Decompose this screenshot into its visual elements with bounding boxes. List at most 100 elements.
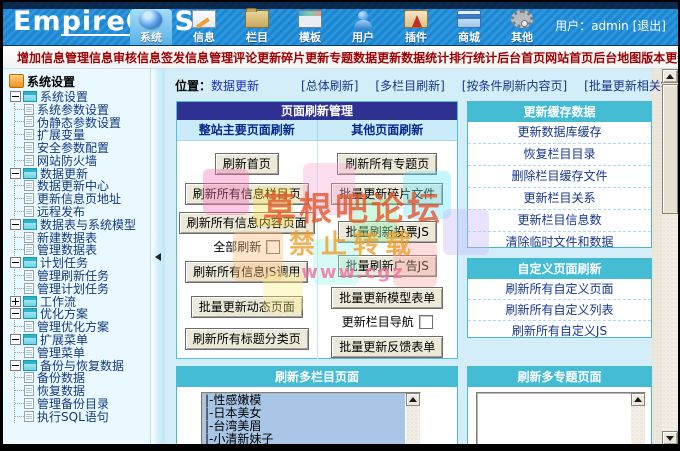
sidebar-item[interactable]: 管理计划任务 xyxy=(15,282,150,296)
tab-other[interactable]: 其他 xyxy=(501,9,543,45)
update-nav-checkbox[interactable] xyxy=(418,314,433,329)
refresh-all-column-pages-button[interactable]: 刷新所有信息栏目页 xyxy=(184,183,309,205)
nav-ranking-stats[interactable]: 排行统计 xyxy=(449,49,497,66)
refresh-all-checkbox[interactable] xyxy=(266,239,281,254)
collapse-icon[interactable] xyxy=(10,334,21,346)
batch-update-dynamic-pages-button[interactable]: 批量更新动态页面 xyxy=(190,296,303,318)
collapse-icon[interactable] xyxy=(10,359,21,371)
scrollbar-thumb[interactable] xyxy=(662,84,678,214)
scroll-up-button[interactable] xyxy=(662,69,678,83)
link-refresh-custom-js[interactable]: 刷新所有自定义JS xyxy=(468,321,651,341)
tab-system[interactable]: 系统 xyxy=(130,9,172,45)
collapse-icon[interactable] xyxy=(10,257,21,269)
nav-manage-info[interactable]: 管理信息 xyxy=(65,49,113,66)
listbox-item[interactable]: |-小清新妹子 xyxy=(203,433,405,444)
tab-label: 用户 xyxy=(352,31,374,44)
folder-icon xyxy=(245,8,269,28)
collapse-icon[interactable] xyxy=(10,167,21,179)
multi-topic-listbox[interactable] xyxy=(476,392,646,444)
batch-update-feedback-forms-button[interactable]: 批量更新反馈表单 xyxy=(331,336,444,358)
link-delete-column-cache[interactable]: 删除栏目缓存文件 xyxy=(468,166,651,188)
collapse-icon[interactable] xyxy=(10,308,21,320)
other-pages-column: 刷新所有专题页 批量更新碎片文件 批量刷新投票JS 批量刷新广告JS 批量更新模… xyxy=(318,141,458,360)
arrow-down-icon xyxy=(666,435,674,441)
sidebar-group-extended-menu: 扩展菜单 管理菜单 xyxy=(9,333,150,360)
scroll-down-button[interactable] xyxy=(662,431,678,444)
refresh-homepage-button[interactable]: 刷新首页 xyxy=(214,153,279,175)
sidebar-group-system-settings: 系统设置 系统参数设置 伪静态参数设置 扩展变量 安全参数配置 网站防火墙 xyxy=(9,90,150,168)
refresh-all-content-pages-button[interactable]: 刷新所有信息内容页面 xyxy=(178,212,315,234)
nav-site-home[interactable]: 网站首页 xyxy=(545,49,593,66)
tab-label: 系统 xyxy=(140,31,162,44)
sidebar-item[interactable]: 执行SQL语句 xyxy=(15,410,150,424)
tab-user[interactable]: 用户 xyxy=(342,9,384,45)
tab-column[interactable]: 栏目 xyxy=(236,8,278,45)
sidebar-splitter[interactable] xyxy=(150,69,165,444)
nav-data-update[interactable]: 数据更新 xyxy=(353,49,401,66)
nav-update-fragments[interactable]: 更新碎片 xyxy=(257,49,305,66)
position-link[interactable]: 数据更新 xyxy=(211,77,259,94)
main-scrollbar[interactable] xyxy=(662,69,678,444)
link-update-column-relation[interactable]: 更新栏目关系 xyxy=(468,188,651,210)
folder-icon xyxy=(23,359,37,371)
collapse-sidebar-icon[interactable] xyxy=(155,253,161,261)
nav-admin-map[interactable]: 后台地图 xyxy=(593,49,641,66)
tab-site-main-pages: 整站主要页面刷新 xyxy=(198,123,295,137)
card-icon xyxy=(457,10,481,28)
nav-audit-info[interactable]: 审核信息 xyxy=(113,49,161,66)
batch-refresh-vote-js-button[interactable]: 批量刷新投票JS xyxy=(337,221,437,243)
link-restore-column-dir[interactable]: 恢复栏目目录 xyxy=(468,144,651,166)
sidebar-group-optimization: 优化方案 管理优化方案 xyxy=(9,307,150,334)
link-conditional-refresh[interactable]: [按条件刷新内容页] xyxy=(462,77,567,94)
panel-title: 页面刷新管理 xyxy=(177,102,457,120)
scroll-up-button[interactable] xyxy=(631,393,645,406)
refresh-all-info-js-button[interactable]: 刷新所有信息JS调用 xyxy=(185,261,309,283)
nav-add-info[interactable]: 增加信息 xyxy=(17,49,65,66)
link-multi-column-refresh[interactable]: [多栏目刷新] xyxy=(375,77,444,94)
link-update-column-info-count[interactable]: 更新栏目信息数 xyxy=(468,210,651,232)
refresh-all-checkbox-label: 全部刷新 xyxy=(213,240,262,254)
batch-update-fragment-files-button[interactable]: 批量更新碎片文件 xyxy=(331,183,444,205)
expand-icon[interactable] xyxy=(10,295,21,307)
listbox-scrollbar[interactable] xyxy=(631,393,645,444)
collapse-icon[interactable] xyxy=(10,90,21,102)
batch-update-model-forms-button[interactable]: 批量更新模型表单 xyxy=(331,287,444,309)
sidebar-root: 系统设置 xyxy=(9,74,150,89)
refresh-title-category-pages-button[interactable]: 刷新所有标题分类页 xyxy=(184,328,309,350)
scroll-up-button[interactable] xyxy=(406,393,420,406)
link-clear-temp-files[interactable]: 清除临时文件和数据 xyxy=(468,232,651,253)
listbox-scrollbar[interactable] xyxy=(406,393,420,444)
user-info: 用户：admin [退出] xyxy=(555,17,666,34)
site-main-pages-column: 刷新首页 刷新所有信息栏目页 刷新所有信息内容页面 全部刷新 刷新所有信息JS调… xyxy=(177,141,318,360)
tab-plugin[interactable]: 插件 xyxy=(395,9,437,45)
tab-mall[interactable]: 商城 xyxy=(448,9,490,45)
link-refresh-custom-pages[interactable]: 刷新所有自定义页面 xyxy=(468,279,651,300)
refresh-all-topic-pages-button[interactable]: 刷新所有专题页 xyxy=(337,153,438,175)
page-icon xyxy=(24,180,34,192)
page-icon xyxy=(24,193,34,205)
nav-manage-comments[interactable]: 管理评论 xyxy=(209,49,257,66)
tab-info[interactable]: 信息 xyxy=(183,9,225,45)
multi-column-listbox[interactable]: |-性感嫩模 |-日本美女 |-台湾美眉 |-小清新妹子 |-自拍 xyxy=(201,392,421,444)
nav-update-topics[interactable]: 更新专题 xyxy=(305,49,353,66)
nav-data-stats[interactable]: 数据统计 xyxy=(401,49,449,66)
page-icon xyxy=(24,142,34,154)
logout-link[interactable]: [退出] xyxy=(633,19,666,33)
folder-icon xyxy=(23,308,37,320)
batch-refresh-ad-js-button[interactable]: 批量刷新广告JS xyxy=(337,255,437,277)
page-icon xyxy=(24,385,34,397)
system-settings-icon xyxy=(9,74,24,88)
page-refresh-panel: 页面刷新管理 整站主要页面刷新 其他页面刷新 刷新首页 刷新所有信息栏目页 刷新… xyxy=(176,101,458,360)
tab-template[interactable]: 模板 xyxy=(289,9,331,45)
logo-arrow-icon xyxy=(61,30,141,40)
user-label: 用户： xyxy=(555,19,592,33)
link-overall-refresh[interactable]: [总体刷新] xyxy=(301,77,358,94)
nav-version-update[interactable]: 版本更新 xyxy=(641,49,678,66)
cache-update-panel: 更新缓存数据 更新数据库缓存 恢复栏目目录 删除栏目缓存文件 更新栏目关系 更新… xyxy=(467,101,652,249)
page-icon xyxy=(24,116,34,128)
link-update-db-cache[interactable]: 更新数据库缓存 xyxy=(468,122,651,144)
collapse-icon[interactable] xyxy=(10,218,21,230)
nav-admin-home[interactable]: 后台首页 xyxy=(497,49,545,66)
nav-sign-info[interactable]: 签发信息 xyxy=(161,49,209,66)
link-refresh-custom-lists[interactable]: 刷新所有自定义列表 xyxy=(468,300,651,321)
